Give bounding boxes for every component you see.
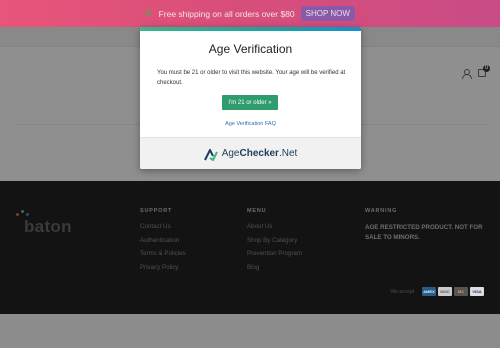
we-accept-label: We accept — [390, 288, 414, 295]
modal-accent-strip — [140, 27, 361, 31]
announcement-bar: ❦ Free shipping on all orders over $80 S… — [0, 0, 500, 27]
announcement-message: Free shipping on all orders over $80 — [158, 8, 295, 19]
footer-link-contact[interactable]: Contact Us — [140, 223, 186, 230]
footer-link-blog[interactable]: Blog — [247, 264, 302, 271]
leaf-icon: ❦ — [145, 8, 153, 18]
logo-dot — [26, 213, 29, 216]
header-icons: 0 — [462, 65, 490, 79]
agechecker-logo-icon — [203, 147, 218, 161]
visa-icon: VISA — [470, 287, 484, 296]
column-title: MENU — [247, 208, 267, 214]
shop-now-button[interactable]: SHOP NOW — [300, 6, 355, 21]
footer-column-warning: WARNING AGE RESTRICTED PRODUCT. NOT FOR … — [365, 208, 487, 243]
footer-column-menu: MENU About Us Shop By Category Preventio… — [247, 208, 302, 277]
footer-link-prevention[interactable]: Prevention Program — [247, 250, 302, 257]
footer-link-about[interactable]: About Us — [247, 223, 302, 230]
brand-name: baton — [24, 217, 72, 236]
footer-column-support: SUPPORT Contact Us Authentication Terms … — [140, 208, 186, 277]
age-verification-faq-link[interactable]: Age Verification FAQ — [140, 121, 361, 127]
site-footer: baton SUPPORT Contact Us Authentication … — [0, 181, 500, 314]
logo-dot — [21, 210, 24, 213]
cart-count-badge: 0 — [483, 65, 490, 72]
discover-icon: DISC — [438, 287, 452, 296]
footer-link-privacy[interactable]: Privacy Policy — [140, 264, 186, 271]
amex-icon: AMEX — [422, 287, 436, 296]
cart-icon[interactable]: 0 — [478, 65, 490, 77]
page-bottom — [0, 314, 500, 348]
age-verification-modal: Age Verification You must be 21 or older… — [140, 27, 361, 169]
mastercard-icon: MC — [454, 287, 468, 296]
payment-methods: We accept AMEX DISC MC VISA — [390, 287, 484, 296]
column-title: SUPPORT — [140, 208, 173, 214]
agechecker-branding: AgeChecker.Net — [140, 137, 361, 169]
warning-text: AGE RESTRICTED PRODUCT. NOT FOR SALE TO … — [365, 224, 483, 241]
modal-title: Age Verification — [208, 42, 293, 56]
user-icon[interactable] — [462, 69, 472, 79]
footer-link-terms[interactable]: Terms & Policies — [140, 250, 186, 257]
column-title: WARNING — [365, 208, 398, 214]
agechecker-wordmark: AgeChecker.Net — [221, 148, 298, 159]
logo-dot — [16, 213, 19, 216]
footer-link-shop-by-category[interactable]: Shop By Category — [247, 237, 302, 244]
modal-body-text: You must be 21 or older to visit this we… — [157, 70, 346, 86]
confirm-age-button[interactable]: I'm 21 or older » — [222, 95, 278, 110]
footer-link-authentication[interactable]: Authentication — [140, 237, 186, 244]
